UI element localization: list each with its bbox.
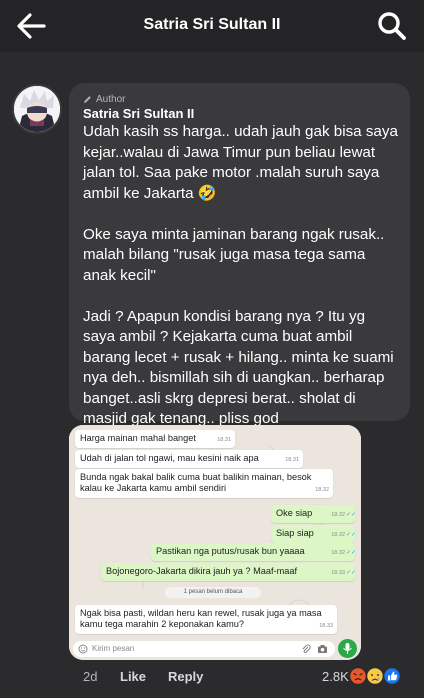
comment-actions: 2d Like Reply 2.8K xyxy=(0,666,424,688)
reaction-icons[interactable] xyxy=(348,666,414,686)
chat-screenshot-image[interactable]: Harga mainan mahal banget 18.31 Udah di ja… xyxy=(69,425,361,660)
compose-bar: Kirim pesan xyxy=(73,641,335,657)
chat-message-out: Pastikan nga putus/rusak bun yaaaa 18.32 ✓… xyxy=(151,543,356,561)
chat-message-in: Ngak bisa pasti, wildan heru kan rewel, … xyxy=(75,605,337,634)
chat-message-in: Harga mainan mahal banget 18.31 xyxy=(75,430,235,448)
chat-message-time: 18.32 xyxy=(315,487,329,493)
read-ticks-icon: ✓✓ xyxy=(345,532,356,538)
read-ticks-icon: ✓✓ xyxy=(345,570,356,576)
chat-message-time: 18.32 xyxy=(331,512,345,518)
chat-message-time: 18.32 xyxy=(331,550,345,556)
sad-reaction-icon xyxy=(365,666,385,686)
angry-reaction-icon xyxy=(348,666,368,686)
compose-placeholder: Kirim pesan xyxy=(92,644,135,653)
mic-icon xyxy=(343,643,352,654)
top-bar: Satria Sri Sultan II xyxy=(0,0,424,52)
chat-message-time: 18.33 xyxy=(319,623,333,629)
author-badge-label: Author xyxy=(96,93,126,105)
chat-message-text: Harga mainan mahal banget xyxy=(80,433,196,443)
chat-message-text: Pastikan nga putus/rusak bun yaaaa xyxy=(156,546,305,556)
unread-divider: 1 pesan belum dibaca xyxy=(165,587,261,598)
chat-message-out: Oke siap 18.32 ✓✓ xyxy=(271,505,356,523)
chat-message-time: 18.33 xyxy=(331,570,345,576)
comment-timestamp[interactable]: 2d xyxy=(83,669,97,684)
chat-message-text: Oke siap xyxy=(276,508,313,518)
chat-message-out: Siap siap 18.32 ✓✓ xyxy=(271,525,356,543)
chat-message-time: 18.32 xyxy=(331,532,345,538)
author-badge: Author xyxy=(83,93,398,105)
chat-message-time: 18.31 xyxy=(285,457,299,463)
chat-message-in: Bunda ngak bakal balik cuma buat balikin… xyxy=(75,469,333,498)
avatar[interactable] xyxy=(12,84,62,134)
like-reaction-icon xyxy=(382,666,402,686)
page-title: Satria Sri Sultan II xyxy=(143,16,281,33)
pencil-icon xyxy=(84,95,91,103)
chat-message-text: Siap siap xyxy=(276,528,314,538)
attach-icon xyxy=(302,644,311,653)
chat-message-text: Udah di jalan tol ngawi, mau kesini naik… xyxy=(80,453,259,463)
read-ticks-icon: ✓✓ xyxy=(345,550,356,556)
reply-button[interactable]: Reply xyxy=(168,669,203,684)
chat-message-out: Bojonegoro-Jakarta dikira jauh ya ? Maaf… xyxy=(101,563,356,581)
camera-icon xyxy=(318,645,327,653)
mic-button xyxy=(338,639,357,658)
search-icon xyxy=(378,12,406,40)
comment-bubble: Author Satria Sri Sultan II Udah kasih s… xyxy=(69,83,410,427)
like-button[interactable]: Like xyxy=(120,669,146,684)
read-ticks-icon: ✓✓ xyxy=(345,512,356,518)
chat-message-text: Ngak bisa pasti, wildan heru kan rewel, … xyxy=(80,608,322,629)
emoji-icon xyxy=(78,644,88,654)
comment-author-name[interactable]: Satria Sri Sultan II xyxy=(83,106,398,121)
search-button[interactable] xyxy=(376,10,408,42)
chat-message-time: 18.31 xyxy=(217,437,231,443)
comment-text: Udah kasih ss harga.. udah jauh gak bisa… xyxy=(83,123,398,427)
chat-message-text: Bojonegoro-Jakarta dikira jauh ya ? Maaf… xyxy=(106,566,297,576)
reaction-count[interactable]: 2.8K xyxy=(322,669,349,684)
chat-message-text: Bunda ngak bakal balik cuma buat balikin… xyxy=(80,472,312,493)
chat-message-in: Udah di jalan tol ngawi, mau kesini naik… xyxy=(75,450,303,468)
